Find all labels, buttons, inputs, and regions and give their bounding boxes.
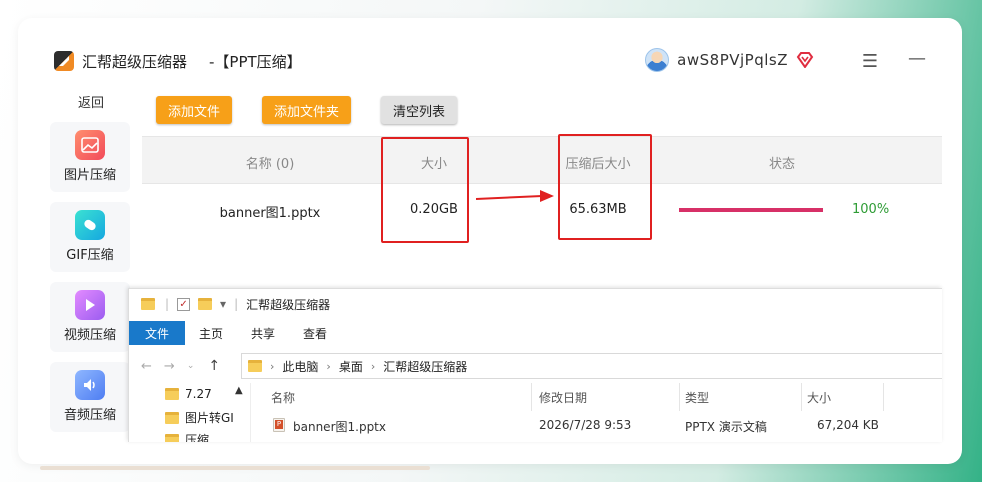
table-header: 名称 (0) 大小 压缩后大小 状态 (142, 136, 942, 184)
toolbar: 添加文件 添加文件夹 清空列表 (156, 96, 458, 124)
tab-share[interactable]: 共享 (237, 321, 289, 345)
folder-icon (248, 360, 262, 372)
ribbon-tabs: 文件 主页 共享 查看 (129, 321, 942, 345)
column-divider[interactable] (679, 383, 680, 411)
app-subtitle: -【PPT压缩】 (209, 52, 302, 71)
folder-icon (165, 411, 179, 424)
avatar[interactable] (645, 48, 670, 72)
quick-access-toolbar: | ✓ ▾ | (165, 297, 239, 311)
highlight-box-size (381, 137, 469, 243)
sidebar-item-label: 音频压缩 (63, 408, 116, 423)
chevron-right-icon: › (326, 359, 331, 373)
sidebar-item-gif[interactable]: GIF压缩 (50, 202, 130, 272)
address-bar-row: ← → ⌄ ↑ › 此电脑 › 桌面 › 汇帮超级压缩器 (129, 351, 942, 381)
properties-icon[interactable]: ✓ (177, 297, 191, 311)
app-logo-icon (54, 51, 74, 71)
column-divider[interactable] (801, 383, 802, 411)
breadcrumb-item[interactable]: 此电脑 (282, 358, 318, 375)
folder-icon (141, 298, 155, 310)
highlight-box-compressed (558, 134, 652, 240)
clear-list-button[interactable]: 清空列表 (381, 96, 458, 124)
column-divider[interactable] (531, 383, 532, 411)
forward-arrow-icon[interactable]: → (164, 359, 175, 374)
file-modified: 2026/7/28 9:53 (539, 418, 632, 432)
sidebar-item-video[interactable]: 视频压缩 (50, 282, 130, 352)
explorer-window: | ✓ ▾ | 汇帮超级压缩器 文件 主页 共享 查看 ← → ⌄ ↑ › 此电… (128, 288, 942, 442)
video-icon (75, 290, 105, 320)
up-arrow-icon[interactable]: ↑ (208, 358, 220, 374)
chevron-down-icon[interactable]: ▾ (220, 297, 226, 311)
hamburger-icon[interactable]: ☰ (862, 51, 878, 72)
nav-item-label: 图片转GI (185, 411, 234, 425)
decorative-bar (40, 466, 430, 470)
arrow-icon (476, 190, 554, 202)
gif-icon (75, 210, 105, 240)
app-title: 汇帮超级压缩器 (82, 52, 188, 71)
back-link[interactable]: 返回 (42, 92, 140, 111)
explorer-title: 汇帮超级压缩器 (246, 297, 331, 312)
navigation-pane: ▲ 7.27 图片转GI 压缩 (129, 383, 251, 442)
nav-item[interactable]: 压缩 (165, 431, 209, 442)
add-folder-button[interactable]: 添加文件夹 (262, 96, 352, 124)
back-arrow-icon[interactable]: ← (141, 359, 152, 374)
sidebar: 返回 图片压缩 GIF压缩 视频压缩 音频压缩 (42, 84, 140, 442)
tab-file[interactable]: 文件 (129, 321, 186, 345)
user-box[interactable]: awS8PVjPqlsZ (645, 48, 814, 72)
progress-bar-fill (679, 208, 823, 212)
pptx-file-icon (273, 418, 285, 432)
tab-view[interactable]: 查看 (289, 321, 341, 345)
column-header-name[interactable]: 名称 (0) (222, 153, 318, 172)
sidebar-item-image[interactable]: 图片压缩 (50, 122, 130, 192)
sidebar-item-label: 视频压缩 (63, 328, 116, 343)
username[interactable]: awS8PVjPqlsZ (677, 51, 788, 69)
file-name: banner图1.pptx (293, 420, 386, 434)
audio-icon (75, 370, 105, 400)
column-header-status[interactable]: 状态 (756, 153, 808, 172)
file-size: 67,204 KB (817, 418, 879, 432)
column-header-modified[interactable]: 修改日期 (539, 389, 587, 406)
sidebar-item-label: 图片压缩 (63, 168, 116, 183)
folder-icon (165, 433, 179, 442)
file-name: banner图1.pptx (219, 206, 321, 221)
chevron-right-icon: › (270, 359, 275, 373)
chevron-right-icon: › (370, 359, 376, 373)
explorer-title-bar: | ✓ ▾ | 汇帮超级压缩器 (129, 289, 942, 319)
nav-item[interactable]: 图片转GI (165, 409, 234, 426)
nav-item-label: 压缩 (185, 433, 210, 442)
list-item[interactable]: banner图1.pptx 2026/7/28 9:53 PPTX 演示文稿 6… (251, 415, 942, 437)
column-header-name[interactable]: 名称 (271, 389, 295, 406)
file-type: PPTX 演示文稿 (685, 420, 767, 434)
minimize-icon[interactable]: — (908, 48, 926, 69)
sidebar-item-audio[interactable]: 音频压缩 (50, 362, 130, 432)
tab-home[interactable]: 主页 (185, 321, 237, 345)
file-list: ⌄ 名称 修改日期 类型 大小 banner图1.pptx 2026/7/28 … (251, 383, 942, 442)
address-bar[interactable]: › 此电脑 › 桌面 › 汇帮超级压缩器 (241, 353, 942, 379)
sidebar-item-label: GIF压缩 (66, 248, 114, 263)
title-bar: 汇帮超级压缩器 -【PPT压缩】 awS8PVjPqlsZ ☰ — (42, 38, 942, 84)
add-file-button[interactable]: 添加文件 (156, 96, 233, 124)
new-folder-icon[interactable] (198, 298, 213, 310)
status-percent: 100% (852, 202, 890, 217)
column-divider[interactable] (883, 383, 884, 411)
progress-bar (679, 208, 823, 212)
vip-diamond-icon[interactable] (796, 51, 814, 69)
folder-icon (165, 388, 179, 400)
chevron-down-icon[interactable]: ⌄ (187, 361, 195, 371)
column-header-type[interactable]: 类型 (685, 389, 709, 406)
nav-item[interactable]: 7.27 (165, 387, 212, 401)
nav-item-label: 7.27 (185, 387, 212, 401)
scroll-up-icon[interactable]: ▲ (235, 385, 243, 396)
image-icon (75, 130, 105, 160)
breadcrumb-item[interactable]: 汇帮超级压缩器 (383, 358, 467, 375)
column-header-size[interactable]: 大小 (807, 389, 831, 406)
breadcrumb-item[interactable]: 桌面 (339, 358, 363, 375)
